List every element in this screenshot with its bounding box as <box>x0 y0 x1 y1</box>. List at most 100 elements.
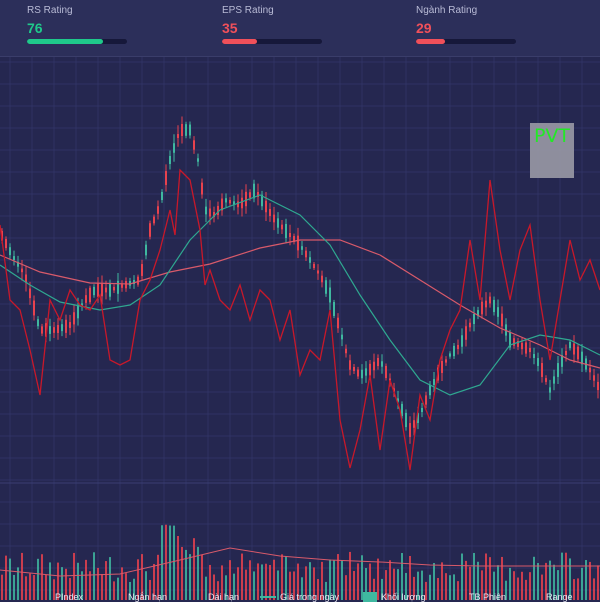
candle-body <box>365 368 367 376</box>
candle-body <box>61 324 63 332</box>
candle-body <box>385 365 387 379</box>
candle-body <box>441 361 443 373</box>
candle-body <box>597 381 599 391</box>
candle-body <box>9 247 11 256</box>
candle-body <box>413 420 415 428</box>
candle-body <box>549 387 551 393</box>
candle-body <box>225 198 227 203</box>
candle-body <box>345 348 347 354</box>
candle-swatch-icon <box>260 596 276 598</box>
legend-range[interactable]: Range <box>546 592 573 602</box>
candle-body <box>553 376 555 384</box>
candle-body <box>297 235 299 251</box>
candle-body <box>161 191 163 201</box>
industry-rating-value: 29 <box>416 20 432 36</box>
candle-body <box>337 317 339 329</box>
candle-body <box>361 369 363 379</box>
candle-body <box>321 275 323 283</box>
candle-body <box>481 301 483 315</box>
legend-dai-han[interactable]: Dài hạn <box>208 592 239 602</box>
price-chart[interactable] <box>0 57 600 600</box>
candle-body <box>521 342 523 350</box>
candle-body <box>265 200 267 213</box>
candle-body <box>173 143 175 153</box>
candle-body <box>249 192 251 198</box>
candle-body <box>97 283 99 297</box>
candle-body <box>101 283 103 297</box>
candle-body <box>593 375 595 381</box>
candle-body <box>425 395 427 405</box>
volume-bar <box>173 525 175 600</box>
volume-bar <box>165 524 167 600</box>
candle-body <box>117 280 119 294</box>
candle-body <box>145 244 147 256</box>
candle-body <box>305 250 307 258</box>
candle-body <box>13 256 15 261</box>
volume-bar <box>161 525 163 600</box>
ticker-label: PVT <box>530 123 574 178</box>
candle-body <box>409 423 411 437</box>
legend-pindex[interactable]: PIndex <box>55 592 83 602</box>
candle-body <box>177 134 179 138</box>
candle-body <box>65 319 67 333</box>
industry-rating-track <box>416 39 516 44</box>
candles <box>1 116 599 444</box>
candle-body <box>381 361 383 367</box>
candle-body <box>445 359 447 363</box>
candle-body <box>473 314 475 324</box>
candle-body <box>21 268 23 273</box>
rs-rating-value: 76 <box>27 20 43 36</box>
rs-rating: RS Rating 76 <box>27 4 207 44</box>
candle-body <box>281 224 283 230</box>
candle-body <box>89 287 91 303</box>
candle-body <box>121 284 123 288</box>
legend-ngan-han[interactable]: Ngắn hạn <box>128 592 167 602</box>
candle-body <box>77 305 79 319</box>
candle-body <box>153 216 155 224</box>
candle-body <box>53 327 55 333</box>
candle-body <box>277 218 279 228</box>
candle-body <box>433 379 435 385</box>
candle-body <box>453 345 455 357</box>
candle-body <box>169 156 171 164</box>
legend-gia-trong-ngay[interactable]: Giá trong ngày <box>280 592 339 602</box>
legend-tb-phien[interactable]: TB Phiên <box>469 592 506 602</box>
eps-rating-fill <box>222 39 257 44</box>
candle-body <box>469 322 471 328</box>
candle-body <box>69 322 71 328</box>
candle-body <box>301 246 303 250</box>
candle-body <box>229 199 231 204</box>
candle-body <box>485 300 487 308</box>
eps-rating: EPS Rating 35 <box>222 4 402 44</box>
candle-body <box>185 124 187 136</box>
candle-body <box>149 223 151 237</box>
candle-body <box>325 280 327 294</box>
candle-body <box>357 369 359 377</box>
rs-rating-track <box>27 39 127 44</box>
candle-body <box>193 140 195 150</box>
candle-body <box>157 206 159 214</box>
candle-body <box>377 357 379 367</box>
candle-body <box>333 302 335 316</box>
candle-body <box>493 299 495 313</box>
candle-body <box>93 286 95 296</box>
volume-bars <box>1 524 599 600</box>
industry-rating: Ngành Rating 29 <box>416 4 596 44</box>
chart-legend: PIndex Ngắn hạn Dài hạn Giá trong ngày K… <box>0 590 600 602</box>
chart-grid <box>0 57 600 600</box>
legend-khoi-luong[interactable]: Khối lượng <box>381 592 425 602</box>
candle-body <box>5 238 7 249</box>
candle-body <box>537 358 539 366</box>
candle-body <box>197 158 199 162</box>
rs-rating-fill <box>27 39 103 44</box>
candle-body <box>525 342 527 354</box>
candle-body <box>189 124 191 136</box>
ratings-bar: RS Rating 76 EPS Rating 35 Ngành Rating … <box>0 0 600 57</box>
candle-body <box>421 407 423 413</box>
candle-body <box>205 206 207 215</box>
candle-body <box>349 360 351 370</box>
candle-body <box>29 288 31 299</box>
candle-body <box>353 367 355 371</box>
ticker-symbol: PVT <box>533 125 571 147</box>
candle-body <box>429 384 431 396</box>
